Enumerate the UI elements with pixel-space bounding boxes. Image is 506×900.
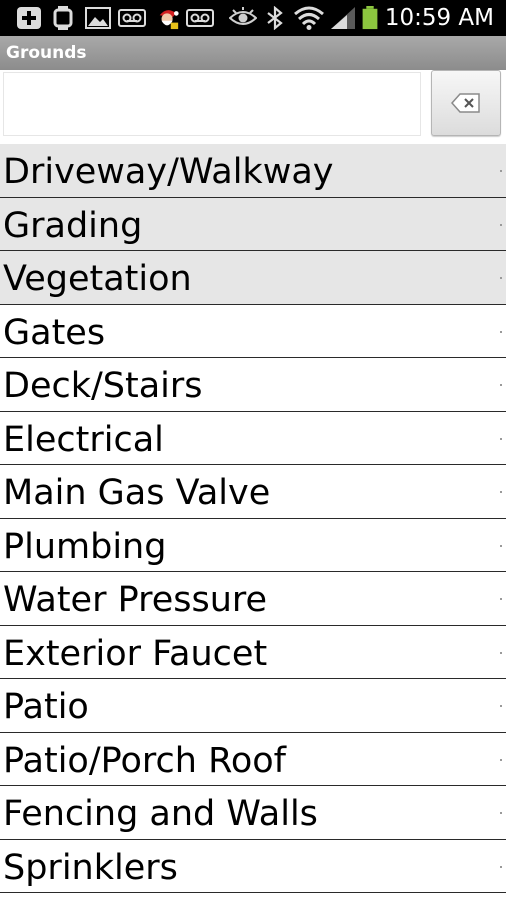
eye-icon (229, 7, 257, 25)
battery-icon (362, 6, 378, 30)
wifi-icon (294, 6, 324, 30)
scroll-dot (500, 812, 502, 814)
scroll-dot (500, 544, 502, 547)
list-item[interactable]: Water Pressure (0, 572, 506, 626)
bluetooth-icon (267, 6, 283, 30)
santa-icon (159, 10, 179, 30)
signal-icon (331, 7, 355, 29)
scroll-dot (500, 437, 502, 440)
title-bar: Grounds (0, 36, 506, 71)
clear-button[interactable] (431, 70, 501, 136)
list-item[interactable]: Fencing and Walls (0, 786, 506, 840)
image-icon (85, 7, 111, 29)
scroll-dot (500, 384, 502, 386)
list-item[interactable]: Gates (0, 304, 506, 358)
list-item-label: Sprinklers (3, 847, 178, 888)
clock: 10:59 AM (384, 5, 494, 31)
scroll-dot (500, 491, 502, 493)
status-bar: 10:59 AM (0, 0, 506, 36)
search-row (0, 70, 506, 144)
list-item-label: Deck/Stairs (3, 366, 203, 406)
category-list: Driveway/Walkway Grading Vegetation Gates De… (0, 144, 506, 893)
list-item-label: Fencing and Walls (3, 794, 318, 834)
list-item[interactable]: Patio (0, 679, 506, 733)
list-item-label: Patio/Porch Roof (3, 740, 286, 781)
voicemail-icon (186, 9, 214, 27)
list-item[interactable]: Patio/Porch Roof (0, 732, 506, 786)
page-title: Grounds (6, 43, 87, 63)
list-item-label: Grading (3, 205, 143, 246)
scroll-dot (500, 170, 502, 172)
list-item-label: Water Pressure (3, 580, 268, 620)
list-item[interactable]: Electrical (0, 411, 506, 465)
scroll-dot (500, 651, 502, 654)
scroll-dot (500, 330, 502, 333)
list-item-label: Exterior Faucet (3, 633, 268, 674)
list-item-label: Electrical (3, 419, 164, 460)
list-item-label: Gates (3, 312, 106, 353)
scroll-dot (500, 598, 502, 600)
scroll-dot (500, 223, 502, 226)
list-item[interactable]: Vegetation (0, 251, 506, 305)
list-item[interactable]: Sprinklers (0, 839, 506, 893)
backspace-icon (451, 93, 480, 113)
scroll-dot (500, 277, 502, 279)
scroll-dot (500, 705, 502, 707)
list-item[interactable]: Exterior Faucet (0, 625, 506, 679)
plus-icon (17, 7, 41, 29)
search-input[interactable] (3, 72, 421, 136)
watch-icon (53, 6, 73, 30)
scroll-dot (500, 758, 502, 761)
list-item-label: Vegetation (3, 259, 192, 299)
list-item-label: Main Gas Valve (3, 473, 271, 513)
list-item[interactable]: Main Gas Valve (0, 465, 506, 519)
list-item[interactable]: Plumbing (0, 518, 506, 572)
list-item[interactable]: Grading (0, 197, 506, 251)
scroll-dot (500, 865, 502, 868)
list-item[interactable]: Deck/Stairs (0, 358, 506, 412)
voicemail-icon (118, 9, 146, 27)
list-item-label: Driveway/Walkway (3, 152, 334, 192)
list-item-label: Plumbing (3, 526, 167, 567)
list-item[interactable]: Driveway/Walkway (0, 144, 506, 198)
list-item-label: Patio (3, 687, 89, 727)
